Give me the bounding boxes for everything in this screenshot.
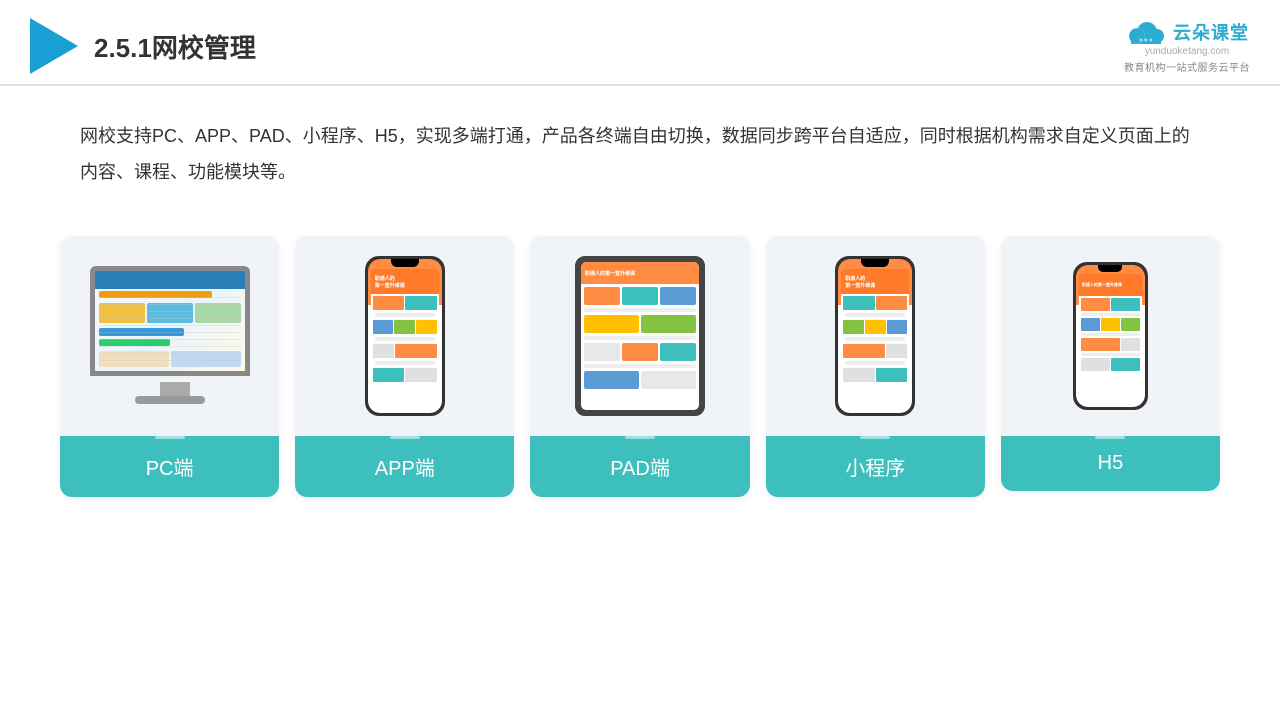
card-pad: 职通人的第一堂升维课: [530, 236, 749, 497]
miniprogram-phone-icon: 职通人的第一堂升维课: [835, 256, 915, 416]
page-title: 2.5.1网校管理: [94, 28, 256, 65]
pad-tablet-icon: 职通人的第一堂升维课: [575, 256, 705, 416]
brand-tagline: 教育机构一站式服务云平台: [1124, 59, 1250, 74]
cards-container: PC端 职通人的第一堂升维课: [0, 216, 1280, 527]
h5-phone-icon: 职通人的第一堂升维课: [1073, 262, 1148, 410]
card-h5-label: H5: [1001, 436, 1220, 491]
header-left: 2.5.1网校管理: [30, 18, 256, 74]
phone-notch-2: [861, 259, 889, 267]
app-phone-icon: 职通人的第一堂升维课: [365, 256, 445, 416]
description-text: 网校支持PC、APP、PAD、小程序、H5，实现多端打通，产品各终端自由切换，数…: [0, 86, 1280, 206]
card-miniprogram-label: 小程序: [766, 436, 985, 497]
card-app-image: 职通人的第一堂升维课: [295, 236, 514, 436]
card-pc: PC端: [60, 236, 279, 497]
pc-monitor-icon: [85, 266, 255, 406]
card-miniprogram: 职通人的第一堂升维课: [766, 236, 985, 497]
card-h5-image: 职通人的第一堂升维课: [1001, 236, 1220, 436]
cloud-icon: [1125, 18, 1167, 46]
brand-name-area: 云朵课堂: [1125, 18, 1249, 46]
brand-name-text: 云朵课堂: [1173, 19, 1249, 45]
card-app-label: APP端: [295, 436, 514, 497]
card-app: 职通人的第一堂升维课: [295, 236, 514, 497]
page-header: 2.5.1网校管理 云朵课堂 yunduoketang.com 教育机构一站式服…: [0, 0, 1280, 86]
card-pc-label: PC端: [60, 436, 279, 497]
brand-url-text: yunduoketang.com: [1145, 46, 1230, 57]
logo-triangle-icon: [30, 18, 78, 74]
card-pad-label: PAD端: [530, 436, 749, 497]
phone-notch: [391, 259, 419, 267]
brand-logo: 云朵课堂 yunduoketang.com 教育机构一站式服务云平台: [1124, 18, 1250, 74]
card-pc-image: [60, 236, 279, 436]
card-h5: 职通人的第一堂升维课: [1001, 236, 1220, 491]
card-pad-image: 职通人的第一堂升维课: [530, 236, 749, 436]
card-miniprogram-image: 职通人的第一堂升维课: [766, 236, 985, 436]
